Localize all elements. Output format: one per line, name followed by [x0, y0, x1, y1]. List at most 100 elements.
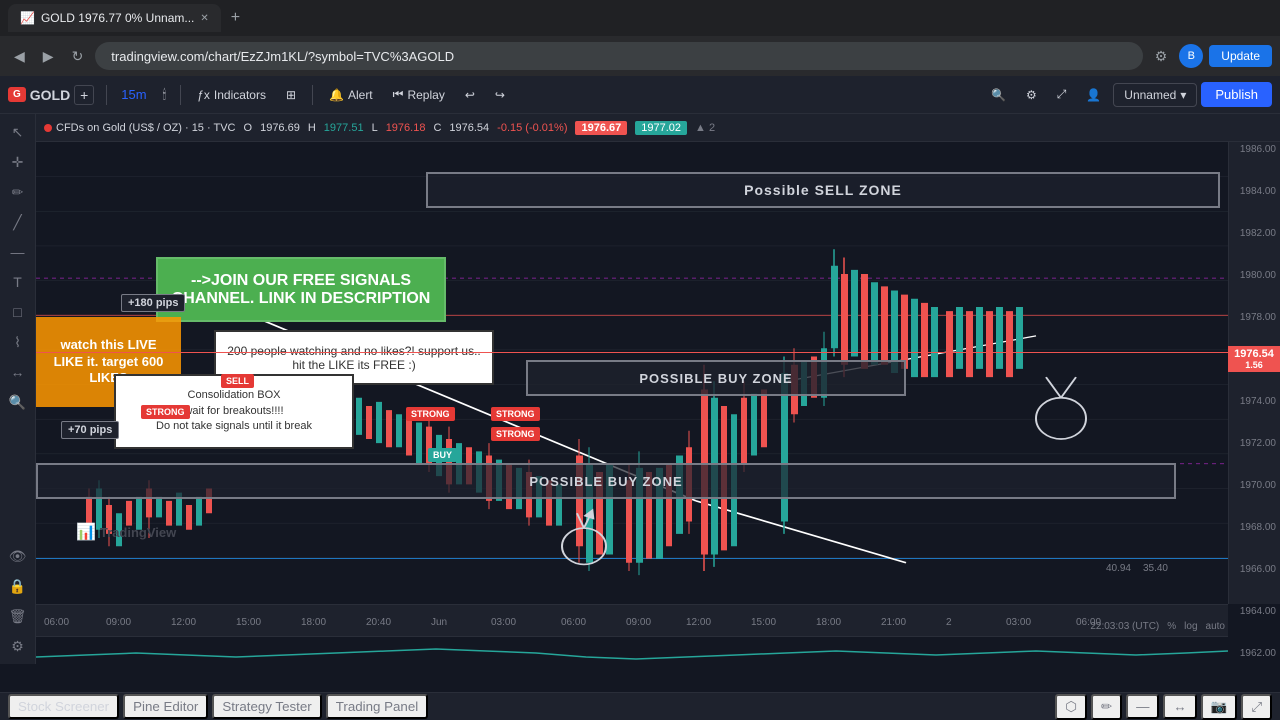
search-button[interactable]: 🔍 [983, 84, 1014, 106]
zoom-info: 22:03:03 (UTC) % log auto [1090, 621, 1225, 632]
timeframe-button[interactable]: 15m [115, 85, 152, 104]
trash-tool[interactable]: 🗑 [4, 602, 32, 630]
back-button[interactable]: ◀ [8, 44, 31, 69]
templates-button[interactable]: ⊞ [278, 84, 304, 106]
price-level: 1980.00 [1240, 270, 1276, 281]
strong-badge-3: STRONG [491, 427, 540, 441]
alert-icon: 🔔 [329, 88, 344, 102]
chart-type-button[interactable]: 🕯 [157, 85, 173, 105]
symbol-name[interactable]: GOLD [30, 87, 70, 103]
strong-badge-2: STRONG [491, 407, 540, 421]
time-label: 21:00 [881, 617, 906, 628]
indicator-panel [36, 636, 1228, 664]
time-label: 12:00 [686, 617, 711, 628]
symbol-area: G GOLD + [8, 85, 94, 105]
time-label: 18:00 [301, 617, 326, 628]
publish-button[interactable]: Publish [1201, 82, 1272, 107]
auto-btn[interactable]: auto [1206, 621, 1225, 632]
time-label: 15:00 [236, 617, 261, 628]
line-tool[interactable]: ╱ [4, 208, 32, 236]
expand-icon[interactable]: ⤢ [1241, 694, 1272, 720]
new-tab-button[interactable]: + [225, 7, 246, 29]
time-label: 2 [946, 617, 952, 628]
fullscreen-button[interactable]: ⤢ [1049, 83, 1075, 106]
time-scale: 06:00 09:00 12:00 15:00 18:00 20:40 Jun … [36, 604, 1228, 636]
extensions-btn[interactable]: ⚙ [1149, 44, 1174, 69]
add-symbol-button[interactable]: + [74, 85, 94, 105]
indicators-icon: ƒx [197, 88, 210, 102]
time-label: 06:00 [561, 617, 586, 628]
current-price-line [36, 352, 1228, 353]
forward-button[interactable]: ▶ [37, 44, 60, 69]
tradingview-toolbar: G GOLD + 15m 🕯 ƒx Indicators ⊞ 🔔 Alert ⏮… [0, 76, 1280, 114]
time-label: 12:00 [171, 617, 196, 628]
active-tab[interactable]: 📈 GOLD 1976.77 0% Unnam... ✕ [8, 4, 221, 32]
eye-tool[interactable]: 👁 [4, 542, 32, 570]
buy-badge: BUY [428, 448, 457, 462]
indicator-num: ▲ 2 [695, 122, 715, 134]
price-level: 1982.00 [1240, 228, 1276, 239]
browser-tabs-bar: 📈 GOLD 1976.77 0% Unnam... ✕ + [0, 0, 1280, 36]
measure-tool[interactable]: ↔ [4, 358, 32, 386]
camera-icon[interactable]: 📷 [1201, 694, 1238, 720]
price-level: 1972.00 [1240, 438, 1276, 449]
pine-editor-tab[interactable]: Pine Editor [123, 694, 208, 719]
time-label: 15:00 [751, 617, 776, 628]
update-button[interactable]: Update [1209, 45, 1272, 67]
stock-screener-tab[interactable]: Stock Screener [8, 694, 119, 719]
measure-icon[interactable]: ↔ [1163, 694, 1196, 719]
live-dot [44, 124, 52, 132]
text-tool[interactable]: T [4, 268, 32, 296]
tabs-container: 📈 GOLD 1976.77 0% Unnam... ✕ + [8, 4, 246, 32]
time-label: 09:00 [626, 617, 651, 628]
signal-box: -->JOIN OUR FREE SIGNALS CHANNEL. LINK I… [156, 257, 446, 322]
reload-button[interactable]: ↻ [66, 44, 90, 69]
tab-close-btn[interactable]: ✕ [200, 13, 208, 24]
possible-buy-box: POSSIBLE BUY ZONE [526, 360, 906, 396]
replay-button[interactable]: ⏮ Replay [385, 83, 453, 106]
crosshair-tool[interactable]: ✛ [4, 148, 32, 176]
fib-tool[interactable]: ⌇ [4, 328, 32, 356]
log-btn[interactable]: log [1184, 621, 1197, 632]
alert-button[interactable]: 🔔 Alert [321, 84, 381, 106]
buy-zone-bottom-box: POSSIBLE BUY ZONE [36, 463, 1176, 499]
shapes-tool[interactable]: □ [4, 298, 32, 326]
profile-button[interactable]: 👤 [1078, 84, 1109, 106]
redo-button[interactable]: ↪ [487, 84, 513, 106]
address-bar[interactable] [95, 42, 1142, 70]
settings-button[interactable]: ⚙ [1018, 84, 1045, 106]
browser-nav-actions: ⚙ B Update [1149, 44, 1272, 69]
trading-panel-tab[interactable]: Trading Panel [326, 694, 429, 719]
settings-tool[interactable]: ⚙ [4, 632, 32, 660]
high-label: H [308, 122, 316, 134]
price-scale: 1986.00 1984.00 1982.00 1980.00 1978.00 … [1228, 142, 1280, 604]
draw-icon[interactable]: ⬡ [1055, 694, 1087, 720]
zoom-label: % [1167, 621, 1176, 632]
current-price-badge: 1976.67 [575, 121, 627, 135]
time-label: 03:00 [491, 617, 516, 628]
open-label: O [244, 122, 253, 134]
zoom-tool[interactable]: 🔍 [4, 388, 32, 416]
browser-nav-bar: ◀ ▶ ↻ ⚙ B Update [0, 36, 1280, 76]
price-level: 1970.00 [1240, 480, 1276, 491]
cursor-tool[interactable]: ↖ [4, 118, 32, 146]
undo-button[interactable]: ↩ [457, 84, 483, 106]
tab-favicon: 📈 [20, 11, 35, 25]
chart-canvas[interactable]: Possible SELL ZONE POSSIBLE BUY ZONE -->… [36, 142, 1228, 604]
open-value: 1976.69 [260, 122, 300, 134]
pencil-icon[interactable]: ✏ [1091, 694, 1122, 720]
lock-tool[interactable]: 🔒 [4, 572, 32, 600]
price-level: 1964.00 [1240, 606, 1276, 617]
sell-zone-box: Possible SELL ZONE [426, 172, 1220, 208]
low-value: 1976.18 [386, 122, 426, 134]
hline-icon[interactable]: — [1126, 694, 1159, 719]
layout-selector[interactable]: Unnamed ▾ [1113, 83, 1197, 107]
strategy-tester-tab[interactable]: Strategy Tester [212, 694, 321, 719]
time-label: 18:00 [816, 617, 841, 628]
pips-70-label: +70 pips [61, 421, 119, 439]
hline-tool[interactable]: — [4, 238, 32, 266]
sep2 [180, 85, 181, 105]
price-level: 1968.00 [1240, 522, 1276, 533]
pencil-tool[interactable]: ✏ [4, 178, 32, 206]
indicators-button[interactable]: ƒx Indicators [189, 84, 274, 106]
